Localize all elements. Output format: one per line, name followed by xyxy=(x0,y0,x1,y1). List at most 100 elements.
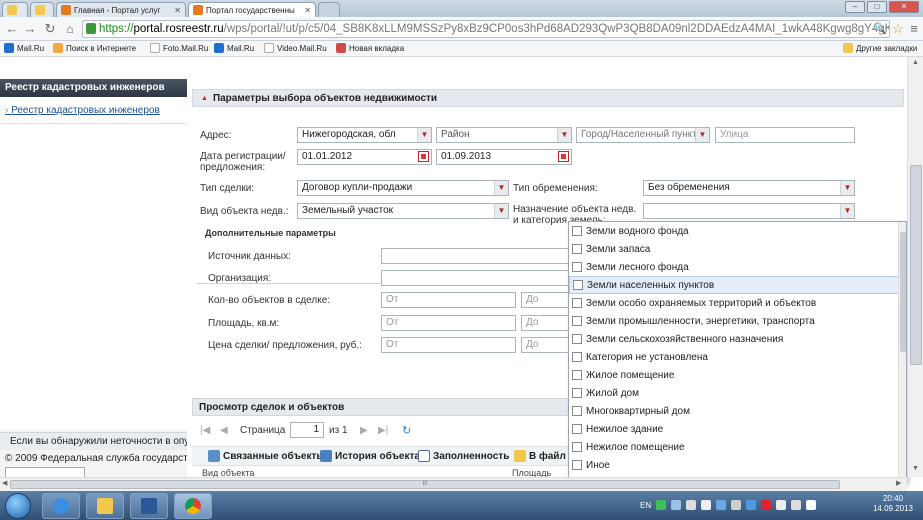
export-file-button[interactable]: В файл C xyxy=(514,450,576,462)
checkbox[interactable] xyxy=(572,262,582,272)
close-tab-icon[interactable]: ✕ xyxy=(174,6,181,15)
checkbox[interactable] xyxy=(572,334,582,344)
land-category-dropdown[interactable]: Земли водного фонда Земли запаса Земли л… xyxy=(568,221,907,483)
list-item[interactable]: Нежилое помещение xyxy=(569,438,899,456)
date-to-input[interactable]: 01.09.2013 xyxy=(436,149,572,165)
taskbar-word[interactable] xyxy=(130,493,168,519)
minimize-icon[interactable]: – xyxy=(845,1,865,13)
bluetooth-icon[interactable] xyxy=(716,500,727,510)
checkbox[interactable] xyxy=(572,388,582,398)
last-page-icon[interactable]: ▶| xyxy=(378,425,388,436)
scrollbar-thumb[interactable] xyxy=(910,165,922,365)
column-area[interactable]: Площадь xyxy=(512,468,551,477)
prev-page-icon[interactable]: ◀ xyxy=(220,425,228,436)
checkbox[interactable] xyxy=(572,244,582,254)
close-window-icon[interactable]: ✕ xyxy=(889,1,919,13)
dropdown-scrollbar[interactable] xyxy=(898,222,906,482)
maximize-icon[interactable]: □ xyxy=(867,1,887,13)
first-page-icon[interactable]: |◀ xyxy=(200,425,210,436)
registry-link[interactable]: Реестр кадастровых инженеров xyxy=(5,105,160,116)
checkbox[interactable] xyxy=(572,442,582,452)
refresh-icon[interactable]: ↻ xyxy=(402,424,411,437)
page-input[interactable]: 1 xyxy=(290,422,324,438)
source-input[interactable] xyxy=(381,248,571,264)
reload-icon[interactable]: ↻ xyxy=(42,21,58,37)
checkbox[interactable] xyxy=(572,226,582,236)
date-from-input[interactable]: 01.01.2012 xyxy=(297,149,432,165)
language-indicator[interactable]: EN xyxy=(640,501,651,510)
checkbox[interactable] xyxy=(572,370,582,380)
printer-icon[interactable] xyxy=(686,500,697,510)
list-item[interactable]: Многоквартирный дом xyxy=(569,402,899,420)
clock[interactable]: 20:40 14.09.2013 xyxy=(868,494,918,514)
district-select[interactable]: Район ▼ xyxy=(436,127,572,143)
network-icon[interactable] xyxy=(731,500,742,510)
calendar-icon[interactable] xyxy=(418,151,429,162)
scroll-left-icon[interactable]: ◀ xyxy=(2,479,7,487)
forward-icon[interactable]: → xyxy=(22,21,38,37)
checkbox[interactable] xyxy=(573,280,583,290)
list-item[interactable]: Земли сельскохозяйственного назначения xyxy=(569,330,899,348)
encumbrance-select[interactable]: Без обременения ▼ xyxy=(643,180,855,196)
checkbox[interactable] xyxy=(572,460,582,470)
list-item[interactable]: Жилой дом xyxy=(569,384,899,402)
purpose-select[interactable]: ▼ xyxy=(643,203,855,219)
region-select[interactable]: Нижегородская, обл ▼ xyxy=(297,127,432,143)
speaker-icon[interactable] xyxy=(806,500,817,510)
checkbox[interactable] xyxy=(572,352,582,362)
taskbar-chrome[interactable] xyxy=(174,493,212,519)
list-item[interactable]: Нежилое здание xyxy=(569,420,899,438)
bookmark-mailru[interactable]: Mail.Ru xyxy=(4,43,44,53)
bookmark-newtab[interactable]: Новая вкладка xyxy=(336,43,404,53)
price-to-input[interactable]: До xyxy=(521,337,571,353)
vertical-scrollbar[interactable]: ▲ ▼ xyxy=(907,57,923,477)
list-item[interactable]: Иное xyxy=(569,456,899,474)
next-page-icon[interactable]: ▶ xyxy=(360,425,368,436)
list-item[interactable]: Жилое помещение xyxy=(569,366,899,384)
tray-icon[interactable] xyxy=(656,500,667,510)
org-input[interactable] xyxy=(381,270,571,286)
tab-main-portal[interactable]: Главная - Портал услуг ✕ xyxy=(56,2,186,17)
checkbox[interactable] xyxy=(572,406,582,416)
object-history-button[interactable]: История объекта xyxy=(320,450,420,462)
start-button[interactable] xyxy=(5,493,31,519)
calendar-icon[interactable] xyxy=(558,151,569,162)
related-objects-button[interactable]: Связанные объекты xyxy=(208,450,325,462)
menu-icon[interactable]: ≡ xyxy=(906,21,922,37)
tray-icon[interactable] xyxy=(671,500,682,510)
area-from-input[interactable]: От xyxy=(381,315,516,331)
list-item-highlighted[interactable]: Земли населенных пунктов xyxy=(569,276,899,294)
area-to-input[interactable]: До xyxy=(521,315,571,331)
list-item[interactable]: Земли промышленности, энергетики, трансп… xyxy=(569,312,899,330)
bookmark-search[interactable]: Поиск в Интернете xyxy=(53,43,136,53)
tab-extension-2[interactable] xyxy=(30,2,54,17)
bookmark-mailru-2[interactable]: Mail.Ru xyxy=(214,43,254,53)
close-tab-icon[interactable]: ✕ xyxy=(304,6,311,15)
usb-icon[interactable] xyxy=(776,500,787,510)
horizontal-scrollbar[interactable]: ◀ III ▶ xyxy=(0,477,907,491)
new-tab-button[interactable] xyxy=(318,2,340,17)
tab-state-portal[interactable]: Портал государственны ✕ xyxy=(188,2,316,17)
price-from-input[interactable]: От xyxy=(381,337,516,353)
list-item[interactable]: Земли особо охраняемых территорий и объе… xyxy=(569,294,899,312)
street-input[interactable]: Улица xyxy=(715,127,855,143)
checkbox[interactable] xyxy=(572,424,582,434)
completeness-button[interactable]: Заполненность xyxy=(418,450,509,462)
address-bar[interactable]: https://portal.rosreestr.ru/wps/portal/!… xyxy=(82,20,890,38)
scrollbar-thumb[interactable]: III xyxy=(10,480,840,489)
back-icon[interactable]: ← xyxy=(4,21,20,37)
scroll-right-icon[interactable]: ▶ xyxy=(896,479,901,487)
list-item[interactable]: Земли водного фонда xyxy=(569,222,899,240)
scroll-up-icon[interactable]: ▲ xyxy=(912,59,919,66)
checkbox[interactable] xyxy=(572,298,582,308)
bookmark-foto[interactable]: Foto.Mail.Ru xyxy=(150,43,208,53)
volume-icon[interactable] xyxy=(701,500,712,510)
column-object-type[interactable]: Вид объекта xyxy=(202,468,254,477)
taskbar-ie[interactable] xyxy=(42,493,80,519)
count-to-input[interactable]: До xyxy=(521,292,571,308)
taskbar-explorer[interactable] xyxy=(86,493,124,519)
list-item[interactable]: Земли запаса xyxy=(569,240,899,258)
bookmark-video[interactable]: Video.Mail.Ru xyxy=(264,43,327,53)
params-section-header[interactable]: Параметры выбора объектов недвижимости xyxy=(192,89,904,107)
deal-type-select[interactable]: Договор купли-продажи ▼ xyxy=(297,180,509,196)
